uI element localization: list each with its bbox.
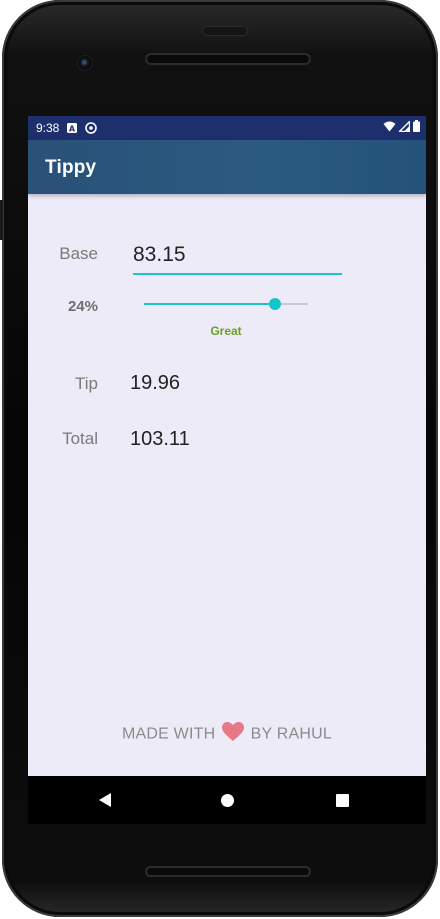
slider-thumb[interactable] (269, 298, 282, 310)
front-camera-icon (78, 56, 92, 70)
footer-credit: MADE WITH BY RAHUL (28, 722, 426, 747)
slider-fill (144, 303, 276, 305)
wifi-icon (383, 121, 396, 135)
bottom-speaker-grille (145, 866, 311, 877)
home-icon[interactable] (221, 794, 234, 807)
footer-suffix: BY RAHUL (250, 725, 332, 743)
app-title: Tippy (45, 157, 97, 178)
base-label: Base (59, 244, 98, 263)
tip-description: Great (210, 324, 242, 338)
tip-percent-label: 24% (67, 298, 98, 315)
heart-icon (222, 722, 244, 747)
at-sign-icon (85, 122, 98, 134)
app-bar: Tippy (28, 140, 426, 194)
svg-text:A: A (69, 125, 76, 134)
total-label: Total (62, 429, 98, 448)
back-icon[interactable] (99, 793, 111, 807)
status-right-icons (383, 119, 420, 135)
tip-amount: 19.96 (130, 372, 181, 394)
volume-button (0, 200, 3, 240)
battery-icon (413, 120, 420, 135)
status-bar: 9:38 A (28, 116, 426, 140)
system-nav-bar (28, 776, 426, 824)
recents-icon[interactable] (336, 794, 349, 807)
a-box-icon: A (66, 122, 78, 134)
tip-percent-slider[interactable] (144, 298, 308, 310)
base-amount-input[interactable] (133, 239, 342, 275)
total-amount: 103.11 (130, 428, 190, 450)
tip-label: Tip (75, 374, 98, 393)
top-speaker-grille (145, 53, 311, 65)
app-screen: 9:38 A Tippy Base 83.15 24% Great Tip 19… (28, 116, 426, 776)
signal-icon (397, 119, 411, 135)
footer-prefix: MADE WITH (121, 725, 216, 743)
status-time: 9:38 (36, 121, 60, 135)
phone-frame: 9:38 A Tippy Base 83.15 24% Great Tip 19… (0, 0, 438, 917)
earpiece-slot (202, 26, 248, 36)
